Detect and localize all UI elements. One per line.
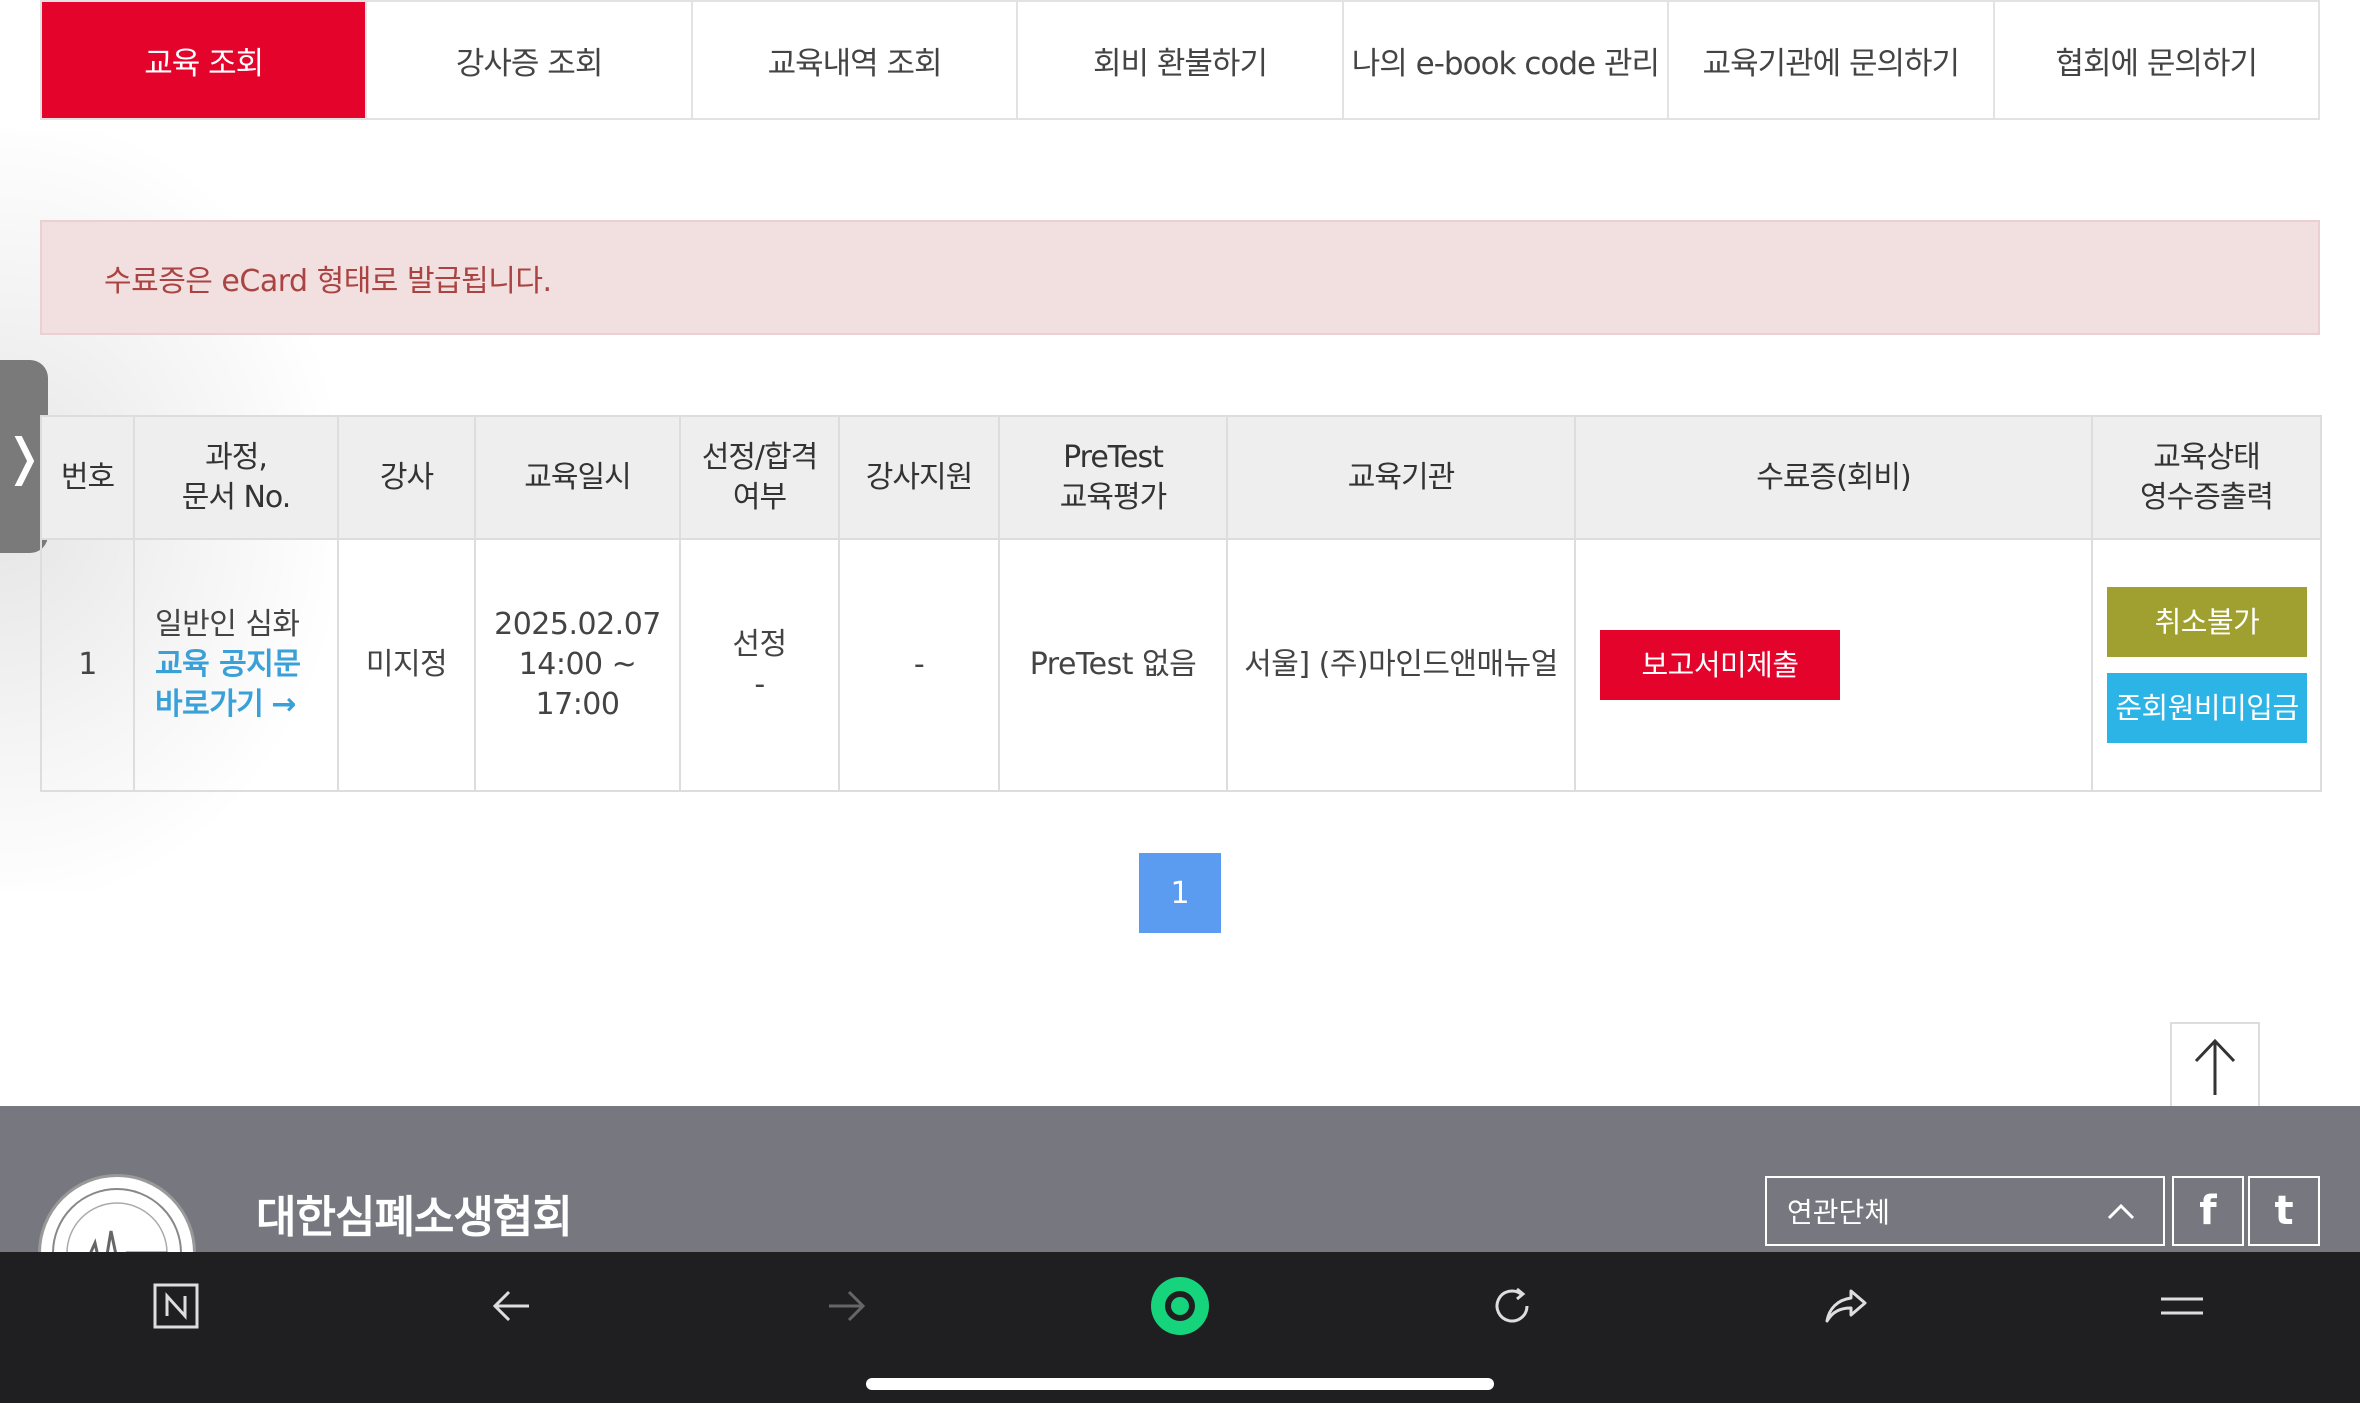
- cell-selection: 선정 -: [679, 538, 840, 792]
- association-logo: [38, 1174, 196, 1252]
- heartbeat-logo-icon: [52, 1188, 182, 1252]
- certificate-notice: 수료증은 eCard 형태로 발급됩니다.: [40, 220, 2320, 335]
- table-header-row: 번호 과정, 문서 No. 강사 교육일시 선정/합격 여부 강사지원 PreTes…: [40, 415, 2322, 540]
- no-cancel-button[interactable]: 취소불가: [2107, 587, 2307, 657]
- reload-button[interactable]: [1482, 1276, 1542, 1336]
- cell-no: 1: [40, 538, 135, 792]
- browser-toolbar: [0, 1252, 2360, 1403]
- tab-ebook-code[interactable]: 나의 e-book code 관리: [1344, 2, 1670, 118]
- arrow-up-icon: [2194, 1038, 2236, 1095]
- organization-name: 대한심폐소생협회: [256, 1192, 573, 1243]
- hamburger-icon: [2161, 1297, 2203, 1315]
- arrow-right-icon: →: [271, 687, 297, 722]
- top-tab-bar: 교육 조회 강사증 조회 교육내역 조회 회비 환불하기 나의 e-book c…: [40, 0, 2320, 120]
- cell-certificate: 보고서미제출: [1574, 538, 2093, 792]
- cell-pretest: PreTest 없음: [998, 538, 1228, 792]
- pagination-page-1[interactable]: 1: [1139, 853, 1221, 933]
- header-selection: 선정/합격 여부: [679, 415, 840, 540]
- site-footer: 대한심폐소생협회 연관단체 f t: [0, 1106, 2360, 1252]
- header-status: 교육상태 영수증출력: [2091, 415, 2322, 540]
- education-table-wrapper: 번호 과정, 문서 No. 강사 교육일시 선정/합격 여부 강사지원 PreTes…: [40, 415, 2322, 792]
- table-row: 1 일반인 심화 교육 공지문 바로가기 → 미지정 2025.02.07 14:0…: [40, 538, 2322, 792]
- tab-instructor-card-lookup[interactable]: 강사증 조회: [367, 2, 693, 118]
- green-dot-icon: [1151, 1277, 1209, 1335]
- associate-fee-unpaid-button[interactable]: 준회원비미입금: [2107, 673, 2307, 743]
- header-no: 번호: [40, 415, 135, 540]
- header-pretest: PreTest 교육평가: [998, 415, 1228, 540]
- tab-ask-association[interactable]: 협회에 문의하기: [1995, 2, 2318, 118]
- cell-institution: 서울] (주)마인드앤매뉴얼: [1226, 538, 1576, 792]
- tab-fee-refund[interactable]: 회비 환불하기: [1018, 2, 1344, 118]
- header-course: 과정, 문서 No.: [133, 415, 339, 540]
- chevron-up-icon: [2107, 1203, 2135, 1220]
- notice-text: 수료증은 eCard 형태로 발급됩니다.: [104, 263, 552, 299]
- report-not-submitted-button[interactable]: 보고서미제출: [1600, 630, 1840, 700]
- header-date: 교육일시: [474, 415, 681, 540]
- green-dot-button[interactable]: [1150, 1276, 1210, 1336]
- chevron-right-icon: ❭: [3, 427, 45, 486]
- menu-button[interactable]: [2152, 1276, 2212, 1336]
- naver-n-icon: [153, 1283, 199, 1329]
- header-instructor: 강사: [337, 415, 476, 540]
- cell-course: 일반인 심화 교육 공지문 바로가기 →: [133, 538, 339, 792]
- cell-date: 2025.02.07 14:00 ~ 17:00: [474, 538, 681, 792]
- home-indicator[interactable]: [866, 1378, 1494, 1390]
- tab-education-lookup[interactable]: 교육 조회: [42, 2, 368, 118]
- course-name: 일반인 심화: [155, 607, 300, 642]
- twitter-icon: t: [2274, 1188, 2294, 1234]
- arrow-left-icon: [492, 1290, 529, 1322]
- tab-education-history[interactable]: 교육내역 조회: [693, 2, 1019, 118]
- share-button[interactable]: [1816, 1276, 1876, 1336]
- header-instructor-support: 강사지원: [838, 415, 1000, 540]
- education-table: 번호 과정, 문서 No. 강사 교육일시 선정/합격 여부 강사지원 PreTes…: [40, 415, 2322, 792]
- back-button[interactable]: [482, 1276, 542, 1336]
- cell-status: 취소불가 준회원비미입금: [2091, 538, 2322, 792]
- facebook-icon: f: [2199, 1188, 2217, 1234]
- education-notice-link[interactable]: 교육 공지문 바로가기 →: [155, 645, 337, 725]
- header-certificate: 수료증(회비): [1574, 415, 2093, 540]
- forward-button[interactable]: [816, 1276, 876, 1336]
- related-orgs-select[interactable]: 연관단체: [1765, 1176, 2165, 1246]
- arrow-right-icon: [829, 1290, 866, 1322]
- share-icon: [1825, 1289, 1867, 1323]
- naver-home-button[interactable]: [146, 1276, 206, 1336]
- cell-instructor-support: -: [838, 538, 1000, 792]
- tab-ask-institution[interactable]: 교육기관에 문의하기: [1669, 2, 1995, 118]
- twitter-button[interactable]: t: [2248, 1176, 2320, 1246]
- cell-instructor: 미지정: [337, 538, 476, 792]
- facebook-button[interactable]: f: [2172, 1176, 2244, 1246]
- reload-icon: [1495, 1287, 1529, 1323]
- header-institution: 교육기관: [1226, 415, 1576, 540]
- scroll-top-button[interactable]: [2170, 1022, 2260, 1112]
